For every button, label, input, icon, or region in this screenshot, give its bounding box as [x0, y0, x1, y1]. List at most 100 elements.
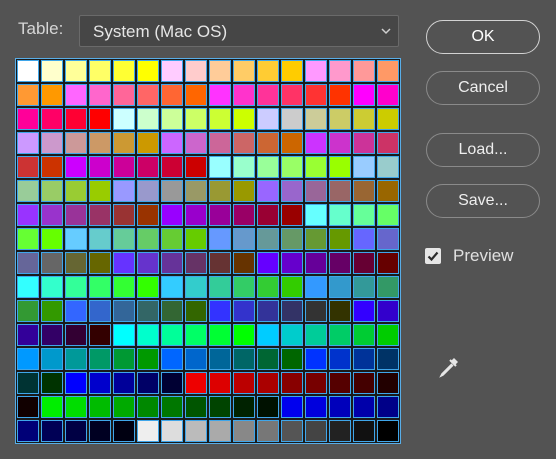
color-swatch[interactable]	[161, 276, 183, 298]
color-swatch[interactable]	[233, 300, 255, 322]
color-swatch[interactable]	[161, 300, 183, 322]
color-swatch[interactable]	[233, 348, 255, 370]
color-swatch[interactable]	[377, 372, 399, 394]
color-swatch[interactable]	[281, 300, 303, 322]
color-swatch[interactable]	[65, 132, 87, 154]
color-swatch[interactable]	[353, 60, 375, 82]
color-swatch[interactable]	[161, 108, 183, 130]
color-swatch[interactable]	[17, 228, 39, 250]
color-swatch[interactable]	[305, 396, 327, 418]
color-swatch[interactable]	[257, 108, 279, 130]
color-swatch[interactable]	[329, 204, 351, 226]
color-swatch[interactable]	[329, 420, 351, 442]
color-swatch[interactable]	[113, 252, 135, 274]
color-swatch[interactable]	[281, 372, 303, 394]
color-swatch[interactable]	[257, 228, 279, 250]
color-swatch[interactable]	[377, 324, 399, 346]
color-swatch[interactable]	[161, 180, 183, 202]
color-swatch[interactable]	[17, 180, 39, 202]
color-swatch[interactable]	[89, 372, 111, 394]
color-swatch[interactable]	[209, 372, 231, 394]
color-swatch[interactable]	[209, 348, 231, 370]
color-swatch[interactable]	[89, 180, 111, 202]
color-swatch[interactable]	[161, 420, 183, 442]
color-swatch[interactable]	[17, 108, 39, 130]
color-swatch[interactable]	[161, 228, 183, 250]
color-swatch[interactable]	[41, 108, 63, 130]
color-swatch[interactable]	[233, 228, 255, 250]
color-swatch[interactable]	[41, 204, 63, 226]
color-swatch[interactable]	[353, 396, 375, 418]
color-swatch[interactable]	[113, 108, 135, 130]
color-swatch[interactable]	[161, 372, 183, 394]
color-swatch[interactable]	[89, 108, 111, 130]
color-swatch[interactable]	[281, 348, 303, 370]
color-swatch[interactable]	[113, 300, 135, 322]
color-swatch[interactable]	[185, 180, 207, 202]
color-swatch[interactable]	[17, 300, 39, 322]
color-swatch[interactable]	[377, 276, 399, 298]
color-swatch[interactable]	[209, 324, 231, 346]
color-swatch[interactable]	[257, 300, 279, 322]
color-swatch[interactable]	[137, 324, 159, 346]
color-swatch[interactable]	[161, 204, 183, 226]
color-swatch[interactable]	[185, 60, 207, 82]
cancel-button[interactable]: Cancel	[426, 71, 540, 105]
color-swatch[interactable]	[329, 252, 351, 274]
color-swatch[interactable]	[305, 420, 327, 442]
color-swatch[interactable]	[17, 420, 39, 442]
color-swatch[interactable]	[353, 276, 375, 298]
color-swatch[interactable]	[257, 420, 279, 442]
color-swatch[interactable]	[17, 252, 39, 274]
color-swatch[interactable]	[257, 204, 279, 226]
color-swatch[interactable]	[185, 372, 207, 394]
color-swatch[interactable]	[161, 324, 183, 346]
color-swatch[interactable]	[209, 396, 231, 418]
color-swatch[interactable]	[185, 228, 207, 250]
color-swatch[interactable]	[185, 324, 207, 346]
color-swatch[interactable]	[137, 132, 159, 154]
color-swatch[interactable]	[113, 276, 135, 298]
color-swatch[interactable]	[161, 396, 183, 418]
color-swatch[interactable]	[17, 156, 39, 178]
color-swatch[interactable]	[209, 60, 231, 82]
color-swatch[interactable]	[113, 180, 135, 202]
color-swatch[interactable]	[257, 276, 279, 298]
color-swatch[interactable]	[185, 132, 207, 154]
color-swatch[interactable]	[185, 300, 207, 322]
color-swatch[interactable]	[329, 396, 351, 418]
color-swatch[interactable]	[305, 228, 327, 250]
color-swatch[interactable]	[257, 396, 279, 418]
color-swatch[interactable]	[305, 204, 327, 226]
color-swatch[interactable]	[377, 60, 399, 82]
color-swatch[interactable]	[65, 156, 87, 178]
color-swatch[interactable]	[65, 396, 87, 418]
color-swatch[interactable]	[377, 300, 399, 322]
color-swatch[interactable]	[353, 372, 375, 394]
color-swatch[interactable]	[209, 108, 231, 130]
color-swatch[interactable]	[113, 420, 135, 442]
color-swatch[interactable]	[377, 420, 399, 442]
color-swatch[interactable]	[281, 108, 303, 130]
color-swatch[interactable]	[41, 396, 63, 418]
color-swatch[interactable]	[65, 84, 87, 106]
color-swatch[interactable]	[257, 180, 279, 202]
color-swatch[interactable]	[17, 204, 39, 226]
color-swatch[interactable]	[281, 132, 303, 154]
color-swatch[interactable]	[113, 60, 135, 82]
color-swatch[interactable]	[209, 204, 231, 226]
color-swatch[interactable]	[89, 84, 111, 106]
color-swatch[interactable]	[89, 348, 111, 370]
color-swatch[interactable]	[353, 420, 375, 442]
color-swatch[interactable]	[113, 228, 135, 250]
color-swatch[interactable]	[305, 252, 327, 274]
color-swatch[interactable]	[185, 252, 207, 274]
color-swatch[interactable]	[113, 156, 135, 178]
color-swatch[interactable]	[17, 396, 39, 418]
color-swatch[interactable]	[305, 156, 327, 178]
color-swatch[interactable]	[257, 84, 279, 106]
color-swatch[interactable]	[233, 420, 255, 442]
color-swatch[interactable]	[161, 156, 183, 178]
color-swatch[interactable]	[113, 132, 135, 154]
color-swatch[interactable]	[65, 276, 87, 298]
